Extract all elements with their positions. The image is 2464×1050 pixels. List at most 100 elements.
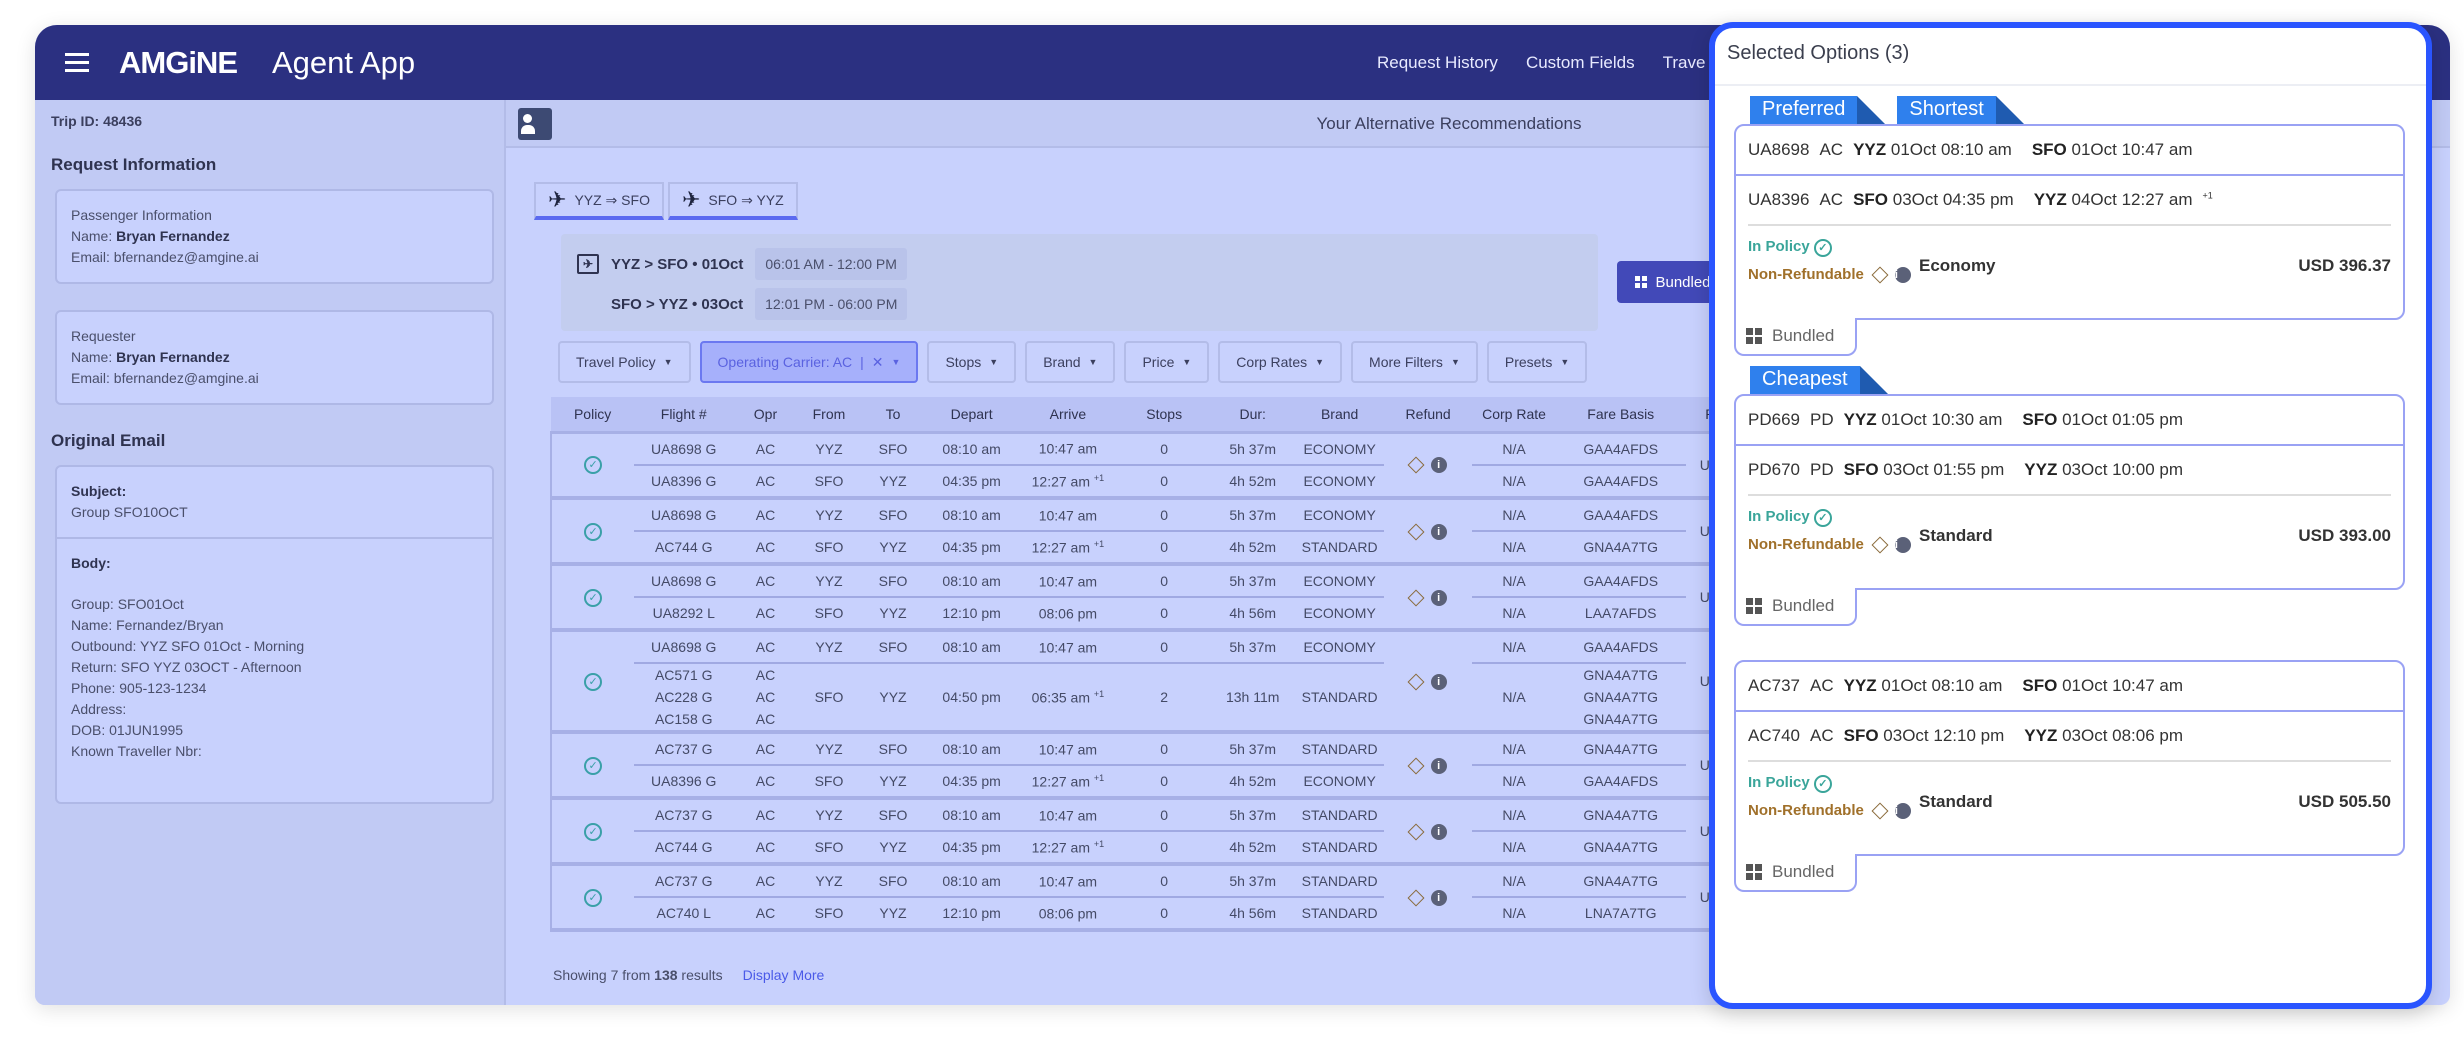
bundled-tab[interactable]: Bundled xyxy=(1734,318,1857,356)
column-header[interactable]: Fare Basis xyxy=(1555,397,1686,434)
depart-cell: 08:10 am xyxy=(925,798,1018,832)
fare-basis: GAA4AFDS xyxy=(1555,564,1686,598)
dur-cell: 5h 37m xyxy=(1210,630,1296,664)
passenger-info-card: Passenger Information Name: Bryan Fernan… xyxy=(55,189,494,284)
info-icon[interactable]: i xyxy=(1430,589,1447,606)
dur-cell: 5h 37m xyxy=(1210,798,1296,832)
dur-cell: 4h 56m xyxy=(1229,905,1277,921)
column-header[interactable]: Corp Rate xyxy=(1472,397,1556,434)
info-icon[interactable]: i xyxy=(1430,457,1447,474)
column-header[interactable]: Policy xyxy=(551,397,635,434)
from-cell: SFO xyxy=(814,605,844,621)
info-icon[interactable]: i xyxy=(1894,267,1911,284)
result-option[interactable]: ✓ UA8698 G AC YYZ SFO 08:10 am 10:47 am 0 5h 37… xyxy=(551,498,1790,564)
result-option[interactable]: ✓ UA8698 G AC YYZ SFO 08:10 am 10:47 am 0 5h 37… xyxy=(551,564,1790,630)
bundled-tab[interactable]: Bundled xyxy=(1734,854,1857,892)
arrival-airport: YYZ xyxy=(2024,460,2058,479)
fare-basis: LNA7A7TG xyxy=(1556,897,1686,930)
nav-custom-fields[interactable]: Custom Fields xyxy=(1526,53,1635,73)
filter-label: More Filters xyxy=(1369,354,1443,370)
column-header[interactable]: Refund xyxy=(1383,397,1473,434)
fare-basis-line: GNA4A7TG xyxy=(1583,539,1659,555)
depart-cell: 08:10 am xyxy=(925,864,1018,898)
info-icon[interactable]: i xyxy=(1430,889,1447,906)
info-icon[interactable]: i xyxy=(1430,523,1447,540)
arrival-time: 01Oct 01:05 pm xyxy=(2062,410,2184,429)
stops-cell: 2 xyxy=(1160,689,1169,705)
tab-return[interactable]: ✈ SFO ⇒ YYZ xyxy=(667,182,798,220)
filter-3[interactable]: Brand ▼ xyxy=(1025,341,1116,383)
departure-time: 01Oct 08:10 am xyxy=(1890,140,2012,159)
column-header[interactable]: Opr xyxy=(733,397,798,434)
fare-basis-line: GNA4A7TG xyxy=(1583,711,1659,727)
result-option[interactable]: ✓ UA8698 G AC YYZ SFO 08:10 am 10:47 am 0 5h 37… xyxy=(551,630,1790,732)
info-icon[interactable]: i xyxy=(1894,537,1911,554)
info-icon[interactable]: i xyxy=(1430,757,1447,774)
result-option[interactable]: ✓ AC737 G AC YYZ SFO 08:10 am 10:47 am 0 5h 37m… xyxy=(551,732,1790,798)
column-header[interactable]: To xyxy=(860,397,926,434)
requester-title: Requester xyxy=(71,328,136,344)
brand-cell: STANDARD xyxy=(1301,539,1378,555)
info-icon[interactable]: i xyxy=(1894,803,1911,820)
option-leg: UA8698 AC YYZ 01Oct 08:10 am SFO 01Oct 10:4… xyxy=(1736,126,2403,176)
clear-filter-icon[interactable]: ✕ xyxy=(872,354,884,371)
filter-5[interactable]: Corp Rates ▼ xyxy=(1218,341,1343,383)
bundled-tab[interactable]: Bundled xyxy=(1734,588,1857,626)
column-header[interactable]: Depart xyxy=(925,397,1018,434)
from-cell: YYZ xyxy=(797,732,861,766)
arrive-cell: 10:47 am xyxy=(1017,864,1119,898)
operator-line: AC xyxy=(755,473,776,489)
filter-0[interactable]: Travel Policy ▼ xyxy=(558,341,691,383)
arrival-airport: YYZ xyxy=(2024,726,2058,745)
non-refundable-icon xyxy=(1407,589,1425,607)
operator-line: AC xyxy=(755,807,776,823)
nav-request-history[interactable]: Request History xyxy=(1377,53,1498,73)
column-header[interactable]: Flight # xyxy=(634,397,734,434)
policy-cell: ✓ xyxy=(551,498,634,564)
option-tags: Cheapest xyxy=(1750,366,2405,394)
result-option[interactable]: ✓ UA8698 G AC YYZ SFO 08:10 am 10:47 am 0 5h 37… xyxy=(551,432,1790,498)
operator-line: AC xyxy=(755,689,776,705)
filter-2[interactable]: Stops ▼ xyxy=(927,341,1017,383)
option-card[interactable]: PD669 PD YYZ 01Oct 10:30 am SFO 01Oct 01:05… xyxy=(1734,394,2405,590)
filter-4[interactable]: Price ▼ xyxy=(1124,341,1210,383)
filter-1[interactable]: Operating Carrier: AC | ✕ ▼ xyxy=(699,341,919,383)
brand-cell: ECONOMY xyxy=(1303,773,1376,789)
column-header[interactable]: Stops xyxy=(1118,397,1210,434)
option-card[interactable]: UA8698 AC YYZ 01Oct 08:10 am SFO 01Oct 10:4… xyxy=(1734,124,2405,320)
table-row: ✓ UA8698 G AC YYZ SFO 08:10 am 10:47 am 0 5h 37… xyxy=(551,432,1790,475)
result-option[interactable]: ✓ AC737 G AC YYZ SFO 08:10 am 10:47 am 0 5h 37m… xyxy=(551,798,1790,864)
result-option[interactable]: ✓ AC737 G AC YYZ SFO 08:10 am 10:47 am 0 5h 37m… xyxy=(551,864,1790,930)
departure-airport: YYZ xyxy=(1853,140,1887,159)
display-more-link[interactable]: Display More xyxy=(743,967,825,983)
column-header[interactable]: From xyxy=(797,397,861,434)
option-card[interactable]: AC737 AC YYZ 01Oct 08:10 am SFO 01Oct 10:47… xyxy=(1734,660,2405,856)
operator-line: AC xyxy=(755,667,776,683)
to-cell: YYZ xyxy=(879,905,907,921)
operator: AC AC AC xyxy=(733,663,798,732)
filter-7[interactable]: Presets ▼ xyxy=(1486,341,1588,383)
passenger-name: Bryan Fernandez xyxy=(116,228,230,244)
info-icon[interactable]: i xyxy=(1430,673,1447,690)
caret-down-icon: ▼ xyxy=(1182,357,1192,367)
filter-6[interactable]: More Filters ▼ xyxy=(1351,341,1478,383)
column-header[interactable]: Brand xyxy=(1295,397,1384,434)
fare-basis: GNA4A7TG xyxy=(1556,831,1686,864)
flight-number-line: AC744 G xyxy=(654,539,713,555)
tab-outbound[interactable]: ✈ YYZ ⇒ SFO xyxy=(534,182,664,220)
menu-icon[interactable] xyxy=(65,53,89,72)
from-cell: SFO xyxy=(814,473,844,489)
nav-travel[interactable]: Trave xyxy=(1663,53,1706,73)
depart-cell: 12:10 pm xyxy=(942,605,1001,621)
info-icon[interactable]: i xyxy=(1430,823,1447,840)
operator: AC xyxy=(733,432,798,466)
plane-icon: ✈ xyxy=(548,187,567,212)
fare-basis-line: GAA4AFDS xyxy=(1583,573,1659,589)
table-row: AC744 G AC SFO YYZ 04:35 pm 12:27 am +1 0 4h 52… xyxy=(551,531,1790,564)
email-body-line: Address: xyxy=(71,701,127,717)
column-header[interactable]: Dur: xyxy=(1210,397,1296,434)
operator: AC xyxy=(733,498,798,532)
filter-bar: Travel Policy ▼ Operating Carrier: AC | ✕ ▼ St… xyxy=(558,341,1588,383)
brand-logo[interactable]: AMGiNE xyxy=(119,45,238,81)
column-header[interactable]: Arrive xyxy=(1017,397,1119,434)
